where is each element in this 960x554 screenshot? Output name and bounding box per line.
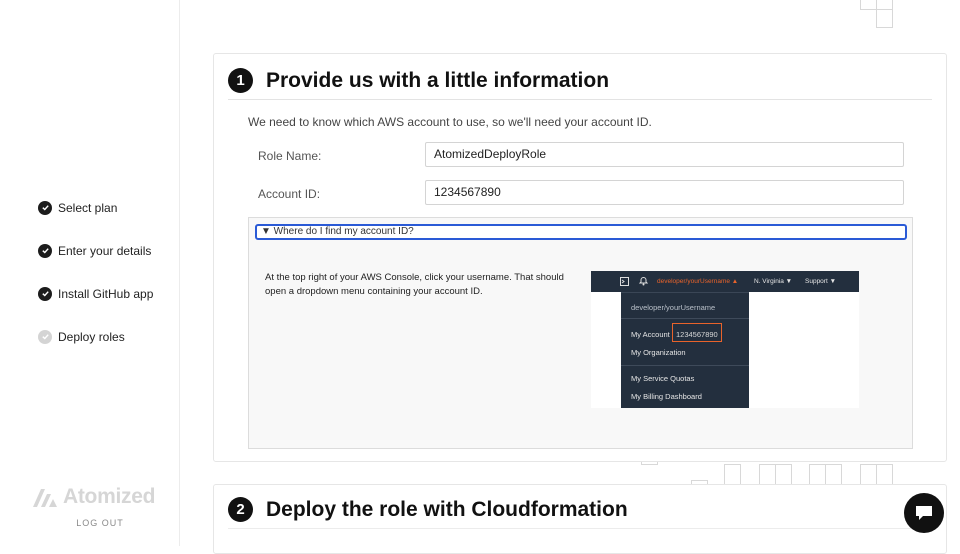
sidebar: Select plan Enter your details Install G…: [0, 0, 180, 546]
step-number-badge: 1: [228, 68, 253, 93]
aws-billing-dashboard: My Billing Dashboard: [631, 392, 702, 401]
check-circle-icon: [38, 243, 52, 258]
account-id-input[interactable]: 1234567890: [425, 180, 904, 205]
decor-box: [876, 9, 893, 28]
step-label: Enter your details: [58, 243, 152, 258]
step2-header: 2 Deploy the role with Cloudformation: [228, 497, 932, 529]
step-deploy-roles[interactable]: Deploy roles: [38, 315, 153, 358]
account-id-help-toggle[interactable]: ▼ Where do I find my account ID?: [255, 224, 907, 240]
aws-account-id: 1234567890: [676, 330, 718, 339]
bell-icon: [639, 277, 648, 286]
decor-box: [775, 464, 792, 486]
aws-nav-bar: developer/yourUsername ▲ N. Virginia ▼ S…: [591, 271, 859, 292]
role-name-label: Role Name:: [258, 149, 322, 163]
logout-link[interactable]: LOG OUT: [0, 518, 200, 528]
step-label: Select plan: [58, 200, 118, 215]
check-circle-icon: [38, 329, 52, 344]
aws-username: developer/yourUsername ▲: [657, 278, 739, 285]
account-id-label: Account ID:: [258, 187, 321, 201]
step1-card: 1 Provide us with a little information W…: [213, 53, 947, 462]
step-number-badge: 2: [228, 497, 253, 522]
aws-console-screenshot: developer/yourUsername ▲ N. Virginia ▼ S…: [591, 271, 859, 408]
aws-service-quotas: My Service Quotas: [631, 374, 695, 383]
aws-menu-username: developer/yourUsername: [631, 303, 716, 312]
step-label: Install GitHub app: [58, 286, 154, 301]
step-enter-details[interactable]: Enter your details: [38, 229, 153, 272]
step-install-github[interactable]: Install GitHub app: [38, 272, 153, 315]
chat-launcher-button[interactable]: [904, 493, 944, 533]
decor-box: [860, 464, 877, 486]
step2-card: 2 Deploy the role with Cloudformation: [213, 484, 947, 554]
account-id-help-details: ▼ Where do I find my account ID? At the …: [248, 217, 913, 449]
step1-intro: We need to know which AWS account to use…: [248, 115, 652, 129]
decor-box: [724, 464, 741, 486]
check-circle-icon: [38, 286, 52, 301]
aws-support: Support ▼: [805, 278, 837, 285]
atomized-logo-icon: [33, 489, 57, 507]
aws-account-dropdown: developer/yourUsername My Account 123456…: [621, 292, 749, 408]
brand-name: Atomized: [63, 485, 156, 508]
aws-my-account: My Account: [631, 330, 670, 339]
brand-logo: Atomized: [32, 485, 155, 509]
step2-title: Deploy the role with Cloudformation: [266, 497, 628, 521]
step-label: Deploy roles: [58, 329, 125, 344]
aws-my-organization: My Organization: [631, 348, 686, 357]
terminal-icon: [620, 277, 629, 286]
chat-bubble-icon: [916, 506, 932, 520]
step-select-plan[interactable]: Select plan: [38, 186, 153, 229]
decor-box: [825, 464, 842, 486]
step1-header: 1 Provide us with a little information: [228, 68, 932, 100]
account-id-help-text: At the top right of your AWS Console, cl…: [265, 272, 564, 297]
progress-steps: Select plan Enter your details Install G…: [38, 186, 153, 358]
decor-box: [759, 464, 776, 486]
role-name-input[interactable]: AtomizedDeployRole: [425, 142, 904, 167]
decor-box: [809, 464, 826, 486]
check-circle-icon: [38, 200, 52, 215]
decor-box: [876, 464, 893, 486]
decor-box: [860, 0, 877, 10]
aws-region: N. Virginia ▼: [754, 278, 793, 285]
step1-title: Provide us with a little information: [266, 68, 610, 92]
